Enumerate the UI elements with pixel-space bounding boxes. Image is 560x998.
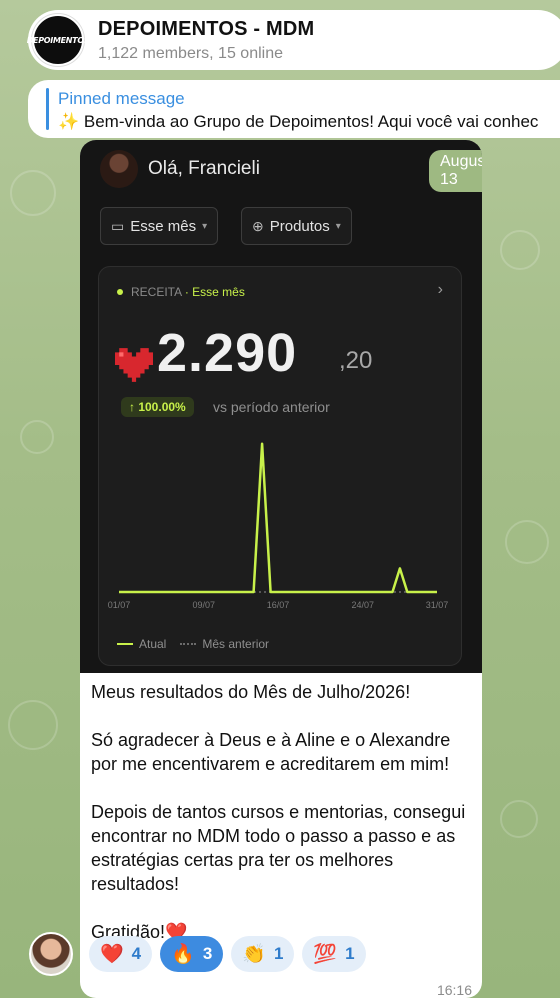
plus-circle-icon: ⊕ xyxy=(252,217,264,234)
revenue-card: RECEITA · Esse mês › 2.290 ,20 ↑ 100.00%… xyxy=(98,266,462,666)
pinned-text: ✨ Bem-vinda ao Grupo de Depoimentos! Aqu… xyxy=(58,112,539,131)
revenue-chart: 01/07 09/07 16/07 24/07 31/07 xyxy=(108,442,449,610)
message-image[interactable]: Olá, Francieli August 13 ▭ Esse mês ▾ ⊕ … xyxy=(80,140,482,673)
reaction-heart[interactable]: ❤️ 4 xyxy=(89,936,153,972)
date-badge: August 13 xyxy=(429,150,482,192)
legend-previous-swatch xyxy=(180,643,197,645)
calendar-icon: ▭ xyxy=(111,217,125,234)
message-paragraph: Depois de tantos cursos e mentorias, con… xyxy=(91,802,466,894)
pinned-indicator xyxy=(46,88,49,130)
filter-period: ▭ Esse mês ▾ xyxy=(100,207,219,245)
chat-header[interactable]: DEPOIMENTOS DEPOIMENTOS - MDM 1,122 memb… xyxy=(27,10,560,70)
message-paragraph: Só agradecer à Deus e à Aline e o Alexan… xyxy=(91,730,451,774)
sender-avatar[interactable] xyxy=(29,932,73,976)
filter-period-label: Esse mês xyxy=(130,217,197,235)
reactions-bar: ❤️ 4 🔥 3 👏 1 💯 1 xyxy=(89,936,366,972)
message-bubble[interactable]: Olá, Francieli August 13 ▭ Esse mês ▾ ⊕ … xyxy=(80,140,482,998)
hundred-emoji-icon: 💯 xyxy=(313,944,338,965)
pixel-heart-icon xyxy=(115,348,153,382)
group-avatar[interactable]: DEPOIMENTOS xyxy=(27,14,90,66)
chevron-down-icon: ▾ xyxy=(335,220,341,232)
greeting-text: Olá, Francieli xyxy=(148,158,260,179)
x-tick-label: 01/07 xyxy=(108,600,131,610)
revenue-cents: ,20 xyxy=(339,347,373,374)
chevron-right-icon: › xyxy=(437,281,443,298)
chart-legend: Atual Mês anterior xyxy=(117,637,269,651)
message-time: 16:16 xyxy=(436,982,472,998)
chevron-down-icon: ▾ xyxy=(202,220,208,232)
revenue-value: 2.290 xyxy=(157,323,298,383)
reaction-count: 1 xyxy=(345,944,355,963)
message-text: Meus resultados do Mês de Julho/2026! Só… xyxy=(91,680,475,944)
growth-badge: ↑ 100.00% xyxy=(121,397,194,417)
x-tick-label: 16/07 xyxy=(267,600,290,610)
reaction-fire[interactable]: 🔥 3 xyxy=(160,936,224,972)
profile-avatar xyxy=(100,150,138,188)
reaction-hundred[interactable]: 💯 1 xyxy=(302,936,366,972)
reaction-count: 1 xyxy=(273,944,284,963)
x-tick-label: 31/07 xyxy=(426,600,449,610)
reaction-count: 4 xyxy=(131,944,142,963)
x-tick-label: 24/07 xyxy=(352,600,375,610)
status-dot-icon xyxy=(117,289,123,295)
fire-emoji-icon: 🔥 xyxy=(171,944,195,965)
pinned-title: Pinned message xyxy=(58,89,185,108)
message-paragraph: Meus resultados do Mês de Julho/2026! xyxy=(91,682,411,702)
revenue-label: RECEITA · Esse mês xyxy=(117,285,245,299)
group-title: DEPOIMENTOS - MDM xyxy=(98,17,315,40)
reaction-count: 3 xyxy=(202,944,213,963)
x-tick-label: 09/07 xyxy=(193,600,216,610)
growth-caption: vs período anterior xyxy=(213,399,330,415)
filter-products: ⊕ Produtos ▾ xyxy=(241,207,352,245)
group-member-count: 1,122 members, 15 online xyxy=(98,44,283,62)
clap-emoji-icon: 👏 xyxy=(242,944,266,965)
legend-current-label: Atual xyxy=(139,637,167,651)
reaction-clap[interactable]: 👏 1 xyxy=(231,936,295,972)
heart-emoji-icon: ❤️ xyxy=(100,944,124,965)
series-current-line xyxy=(119,442,437,594)
pinned-message[interactable]: Pinned message ✨ Bem-vinda ao Grupo de D… xyxy=(28,80,560,138)
filter-products-label: Produtos xyxy=(269,217,330,235)
legend-current-swatch xyxy=(117,643,133,645)
legend-previous-label: Mês anterior xyxy=(202,637,270,651)
